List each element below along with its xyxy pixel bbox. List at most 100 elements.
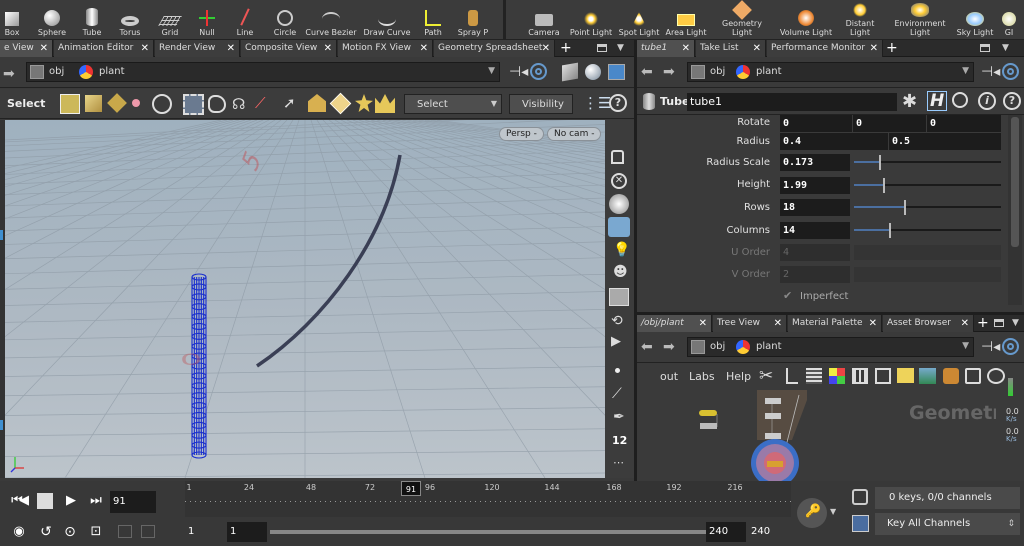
- pick-tool-icon[interactable]: ➚: [283, 94, 296, 112]
- tab-animation-editor[interactable]: Animation Editor ✕: [54, 40, 154, 57]
- add-tab-icon[interactable]: +: [886, 40, 898, 56]
- jump-end-icon[interactable]: ⏭: [86, 491, 106, 511]
- shelf-tool-null[interactable]: Null: [195, 0, 219, 40]
- height-slider[interactable]: [854, 177, 1001, 194]
- height-field[interactable]: 1.99: [780, 177, 850, 194]
- play-forward-icon[interactable]: ▶: [61, 491, 81, 511]
- select-dropdown[interactable]: Select ▼: [404, 94, 502, 114]
- tab-material-palette[interactable]: Material Palette ✕: [788, 315, 882, 332]
- close-icon[interactable]: ✕: [141, 40, 149, 57]
- node-polyframe[interactable]: [765, 413, 781, 419]
- menu-help[interactable]: Help: [726, 370, 751, 383]
- loop-icon[interactable]: ↺: [36, 522, 56, 542]
- frame-marker[interactable]: 91: [401, 481, 421, 496]
- stop-button[interactable]: [37, 493, 53, 509]
- shelf-tool-distant-light[interactable]: Distant Light: [838, 0, 882, 40]
- select-edges-icon[interactable]: [107, 93, 127, 113]
- cube-display-icon[interactable]: [562, 62, 578, 82]
- select-primitives-icon[interactable]: [85, 95, 102, 112]
- tab-asset-browser[interactable]: Asset Browser ✕: [883, 315, 974, 332]
- param-scrollbar[interactable]: [1008, 115, 1022, 305]
- pin-icon[interactable]: ⊣◂: [509, 64, 528, 80]
- path-node[interactable]: plant: [756, 341, 782, 352]
- close-icon[interactable]: ✕: [870, 40, 878, 57]
- timeline-ruler[interactable]: 1 24 48 72 96 120 144 168 192 216 91: [185, 481, 791, 517]
- select-favorite-icon[interactable]: [355, 94, 373, 112]
- chevron-down-icon[interactable]: ▼: [962, 66, 969, 76]
- snapshot-icon[interactable]: [965, 368, 981, 384]
- shelf-tool-sky-light[interactable]: Sky Light: [955, 0, 995, 40]
- forward-arrow-icon[interactable]: ➡: [3, 66, 15, 82]
- link-icon[interactable]: [530, 63, 547, 80]
- current-frame-field[interactable]: 91: [110, 491, 156, 513]
- forward-arrow-icon[interactable]: ➡: [663, 64, 675, 80]
- grid-view-icon[interactable]: [852, 368, 868, 384]
- tab-obj-plant[interactable]: /obj/plant ✕: [637, 315, 712, 332]
- columns-slider[interactable]: [854, 222, 1001, 239]
- path-obj[interactable]: obj: [49, 66, 64, 77]
- shelf-tool-area-light[interactable]: Area Light: [665, 0, 707, 40]
- shelf-tool-path[interactable]: Path: [419, 0, 447, 40]
- tab-tube1[interactable]: tube1 ✕: [637, 40, 695, 57]
- close-icon[interactable]: ✕: [542, 40, 550, 57]
- tree-icon[interactable]: [786, 368, 798, 384]
- path-obj[interactable]: obj: [710, 341, 725, 352]
- search-icon[interactable]: [952, 92, 968, 108]
- lock-camera-icon[interactable]: [611, 150, 624, 164]
- radius-scale-slider[interactable]: [854, 154, 1001, 171]
- tab-motion-fx-view[interactable]: Motion FX View ✕: [338, 40, 433, 57]
- close-icon[interactable]: ✕: [753, 40, 761, 57]
- select-all-icon[interactable]: [375, 94, 395, 113]
- scrollbar-thumb[interactable]: [1011, 117, 1019, 247]
- close-icon[interactable]: ✕: [227, 40, 235, 57]
- realtime-icon[interactable]: ⊙: [60, 522, 80, 542]
- help-h-icon[interactable]: H: [927, 91, 948, 111]
- help-icon[interactable]: ?: [609, 94, 627, 112]
- shelf-tool-circle[interactable]: Circle: [270, 0, 300, 40]
- shelf-tool-spray-paint[interactable]: Spray P: [454, 0, 492, 40]
- maximize-icon[interactable]: [597, 44, 607, 52]
- path-node[interactable]: plant: [99, 66, 125, 77]
- tab-composite-view[interactable]: Composite View ✕: [241, 40, 337, 57]
- rotate-z-field[interactable]: 0: [927, 115, 1001, 132]
- bundle-icon[interactable]: [943, 368, 959, 384]
- stop-icon[interactable]: ✕: [611, 173, 627, 189]
- close-icon[interactable]: ✕: [682, 40, 690, 57]
- chevron-down-icon[interactable]: ▼: [962, 341, 969, 351]
- menu-out[interactable]: out: [660, 370, 678, 383]
- lasso-select-icon[interactable]: [208, 95, 226, 113]
- help-icon[interactable]: ?: [1003, 92, 1021, 110]
- shelf-tool-volume-light[interactable]: Volume Light: [776, 0, 836, 40]
- more-icon[interactable]: ⋯: [613, 456, 624, 469]
- shelf-tool-torus[interactable]: Torus: [115, 0, 145, 40]
- imperfect-checkbox[interactable]: ✔: [783, 289, 792, 302]
- close-icon[interactable]: ✕: [324, 40, 332, 57]
- display-options-icon[interactable]: ⋮☰: [583, 94, 611, 112]
- tab-take-list[interactable]: Take List ✕: [696, 40, 766, 57]
- pane-menu-icon[interactable]: ▼: [1012, 315, 1019, 332]
- step-back-icon[interactable]: [118, 525, 132, 538]
- audio-icon[interactable]: ◉: [9, 522, 29, 542]
- pin-icon[interactable]: ⊣◂: [981, 64, 1000, 80]
- select-connected-icon[interactable]: [329, 92, 352, 115]
- playback-start-field[interactable]: 1: [227, 522, 267, 542]
- pane-menu-icon[interactable]: ▼: [1002, 40, 1009, 57]
- playback-end-field[interactable]: 240: [706, 522, 746, 542]
- select-points-icon[interactable]: [60, 94, 80, 114]
- background-icon[interactable]: [608, 64, 625, 80]
- close-icon[interactable]: ✕: [420, 40, 428, 57]
- tab-render-view[interactable]: Render View ✕: [155, 40, 240, 57]
- chevron-down-icon[interactable]: ▼: [488, 66, 495, 76]
- select-vertices-icon[interactable]: [132, 99, 140, 107]
- info-icon[interactable]: i: [978, 92, 996, 110]
- color-palette-icon[interactable]: [829, 368, 845, 384]
- snapshot-icon[interactable]: [609, 288, 629, 306]
- close-icon[interactable]: ✕: [699, 315, 707, 332]
- shelf-tool-line[interactable]: Line: [233, 0, 257, 40]
- add-tab-icon[interactable]: +: [977, 315, 989, 331]
- pin-icon[interactable]: ⊣◂: [981, 339, 1000, 355]
- close-icon[interactable]: ✕: [774, 315, 782, 332]
- network-canvas[interactable]: Geometr: [637, 390, 1024, 481]
- scene-viewport[interactable]: 5 0 Persp - No cam -: [5, 120, 605, 478]
- link-icon[interactable]: [1002, 63, 1019, 80]
